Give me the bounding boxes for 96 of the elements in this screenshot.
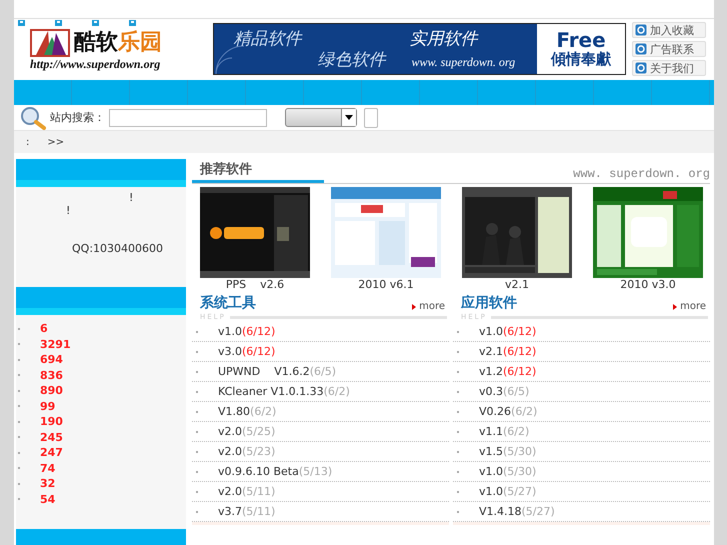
software-link[interactable]: v0.9.6.10 Beta [218, 465, 299, 478]
search-field[interactable] [109, 108, 267, 126]
stat-count: 32 [40, 477, 56, 490]
update-date: (6/12) [242, 345, 276, 358]
software-link[interactable]: v1.0 [479, 485, 504, 498]
software-link[interactable]: KCleaner V1.0.1.33 [218, 385, 324, 398]
software-link[interactable]: v1.1 [479, 425, 504, 438]
link-icon [635, 62, 647, 74]
arrow-icon [673, 304, 678, 310]
link-icon[interactable] [55, 20, 62, 26]
software-link[interactable]: UPWND V1.6.2 [218, 365, 310, 378]
stat-count: 247 [40, 446, 63, 460]
software-link[interactable]: v2.0 [218, 445, 242, 458]
banner-badge-title: Free [556, 30, 606, 50]
update-date: (6/2) [250, 405, 276, 418]
update-date: (5/23) [242, 445, 276, 458]
update-date: (6/12) [242, 325, 276, 338]
stat-count: 74 [40, 462, 56, 475]
update-date: (6/5) [503, 385, 530, 398]
banner-url: www. superdown. org [412, 55, 516, 70]
update-date: (5/25) [242, 425, 276, 438]
software-link[interactable]: v3.7 [218, 505, 242, 518]
contact-text: QQ:1030400600 [72, 242, 164, 255]
category-dropdown[interactable] [285, 108, 357, 127]
software-caption[interactable]: 2010 v3.0 [620, 278, 676, 291]
software-link[interactable]: v0.3 [479, 385, 504, 398]
software-link[interactable]: v3.0 [218, 345, 242, 358]
link-icon [635, 43, 647, 55]
stat-count: 54 [40, 492, 56, 506]
breadcrumb-text: >> [47, 136, 64, 148]
update-date: (5/27) [503, 485, 536, 498]
link-icon [635, 24, 647, 36]
search-button[interactable] [364, 108, 378, 128]
banner-badge-text: 傾情奉獻 [551, 50, 611, 68]
update-date: (5/13) [298, 465, 332, 478]
software-link[interactable]: v1.0 [479, 465, 504, 478]
logo-url: http://www.superdown.org [30, 56, 162, 72]
software-link[interactable]: v1.0 [479, 325, 504, 338]
stat-count: 190 [40, 415, 63, 428]
update-date: (6/12) [503, 365, 536, 378]
software-link[interactable]: v1.0 [218, 325, 242, 338]
search-label: 站内搜索： [50, 110, 105, 125]
stat-count: 694 [40, 353, 63, 366]
quick-link[interactable]: 广告联系 [632, 41, 706, 57]
caret-icon [345, 115, 353, 120]
stat-count: 890 [40, 384, 63, 398]
software-caption[interactable]: v2.1 [504, 278, 529, 291]
link-icon[interactable] [92, 20, 99, 26]
breadcrumb-text: : [26, 136, 30, 148]
section-tab[interactable]: 推荐软件 [192, 160, 324, 183]
banner-slogan: 精品软件 [234, 28, 302, 50]
quick-link[interactable]: 关于我们 [632, 60, 706, 76]
software-caption[interactable]: PPS v2.6 [226, 278, 284, 291]
category-title: 系统工具 [200, 294, 256, 312]
notice-text: ! [66, 204, 70, 217]
software-link[interactable]: v2.1 [479, 345, 504, 358]
update-date: (6/2) [324, 385, 350, 398]
logo-title: 乐园 [118, 28, 162, 56]
software-link[interactable]: v2.0 [218, 485, 242, 498]
more-link[interactable]: more [412, 301, 445, 312]
software-link[interactable]: V1.80 [218, 405, 250, 418]
stat-count: 6 [40, 322, 48, 336]
software-link[interactable]: v1.2 [479, 365, 504, 378]
update-date: (5/11) [242, 485, 276, 498]
update-date: (6/2) [503, 425, 530, 438]
update-date: (6/5) [310, 365, 336, 378]
banner-slogan: 实用软件 [410, 28, 478, 50]
update-date: (5/30) [503, 465, 536, 478]
link-icon[interactable] [129, 20, 136, 26]
logo-icon [30, 26, 72, 56]
software-link[interactable]: V1.4.18 [479, 505, 522, 518]
banner-slogan: 绿色软件 [318, 49, 386, 71]
stat-count: 3291 [40, 338, 71, 351]
site-url: www. superdown. org [573, 167, 710, 183]
stat-count: 99 [40, 400, 56, 413]
update-date: (6/12) [503, 345, 536, 358]
software-link[interactable]: v1.5 [479, 445, 504, 458]
update-date: (6/12) [503, 325, 536, 338]
update-date: (5/27) [522, 505, 555, 518]
update-date: (5/11) [242, 505, 276, 518]
stat-count: 836 [40, 368, 63, 382]
stat-count: 245 [40, 430, 63, 444]
category-title: 应用软件 [461, 294, 517, 312]
notice-text: ! [129, 191, 134, 204]
link-icon[interactable] [18, 20, 25, 26]
software-link[interactable]: v2.0 [218, 425, 242, 438]
search-icon [20, 106, 46, 130]
update-date: (6/2) [511, 405, 538, 418]
update-date: (5/30) [503, 445, 536, 458]
arrow-icon [412, 304, 416, 310]
software-link[interactable]: V0.26 [479, 405, 512, 418]
software-caption[interactable]: 2010 v6.1 [358, 278, 414, 291]
quick-link[interactable]: 加入收藏 [632, 22, 706, 38]
more-link[interactable]: more [673, 301, 706, 312]
banner-ad[interactable]: 精品软件 绿色软件 实用软件 www. superdown. org Free 傾情奉獻 [212, 23, 626, 75]
logo-title: 酷软 [74, 28, 118, 56]
